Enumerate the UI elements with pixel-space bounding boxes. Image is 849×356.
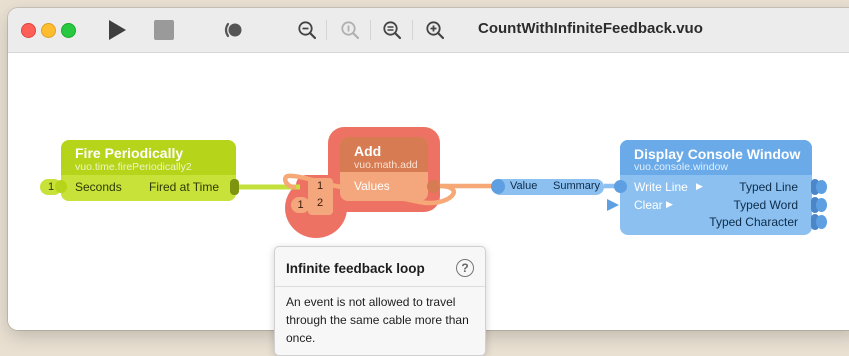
display-console-window-node[interactable]: Display Console Window vuo.console.windo… <box>620 140 812 235</box>
output-port[interactable] <box>816 198 827 212</box>
input-port-label: Clear <box>634 198 663 212</box>
output-port[interactable] <box>816 215 827 229</box>
output-port-label: Summary <box>553 180 601 192</box>
list-item-label: 1 <box>317 180 324 192</box>
input-port-label: Write Line <box>634 180 688 194</box>
output-port-label: Typed Character <box>709 215 798 229</box>
input-port[interactable] <box>55 180 67 193</box>
input-port[interactable] <box>491 179 505 194</box>
input-port-label: Seconds <box>75 180 122 194</box>
node-class-name: vuo.console.window <box>634 161 728 173</box>
trigger-output-port[interactable] <box>230 179 239 195</box>
input-port-label: Value <box>510 180 538 192</box>
input-constant-flag[interactable]: 1 <box>291 197 310 213</box>
fire-periodically-node[interactable]: Fire Periodically vuo.time.firePeriodica… <box>61 140 236 201</box>
tooltip-body: An event is not allowed to travel throug… <box>286 295 469 345</box>
infinite-feedback-tooltip: Infinite feedback loop ? An event is not… <box>274 246 486 356</box>
input-port-label: Values <box>354 179 390 193</box>
event-arrow-icon: ▶ <box>666 199 673 209</box>
output-port-label: Typed Line <box>739 180 798 194</box>
add-node[interactable]: Add vuo.math.add Values <box>340 137 428 201</box>
node-title: Add <box>354 143 382 159</box>
output-port-label: Fired at Time <box>149 180 220 194</box>
node-class-name: vuo.time.firePeriodically2 <box>75 161 192 173</box>
tooltip-title: Infinite feedback loop <box>286 261 425 276</box>
node-title: Display Console Window <box>634 146 801 162</box>
node-class-name: vuo.math.add <box>354 159 418 171</box>
input-port[interactable] <box>606 198 620 212</box>
event-arrow-icon: ▶ <box>696 181 703 191</box>
output-port[interactable] <box>427 180 440 193</box>
list-item-label: 2 <box>317 197 324 209</box>
node-title: Fire Periodically <box>75 145 184 161</box>
help-icon[interactable]: ? <box>456 259 474 277</box>
tooltip-divider <box>275 286 485 287</box>
output-port[interactable] <box>816 180 827 194</box>
refresh-port-icon <box>607 199 619 211</box>
input-port[interactable] <box>614 180 627 193</box>
graph-layer: Fire Periodically vuo.time.firePeriodica… <box>0 0 849 356</box>
output-port-label: Typed Word <box>733 198 798 212</box>
